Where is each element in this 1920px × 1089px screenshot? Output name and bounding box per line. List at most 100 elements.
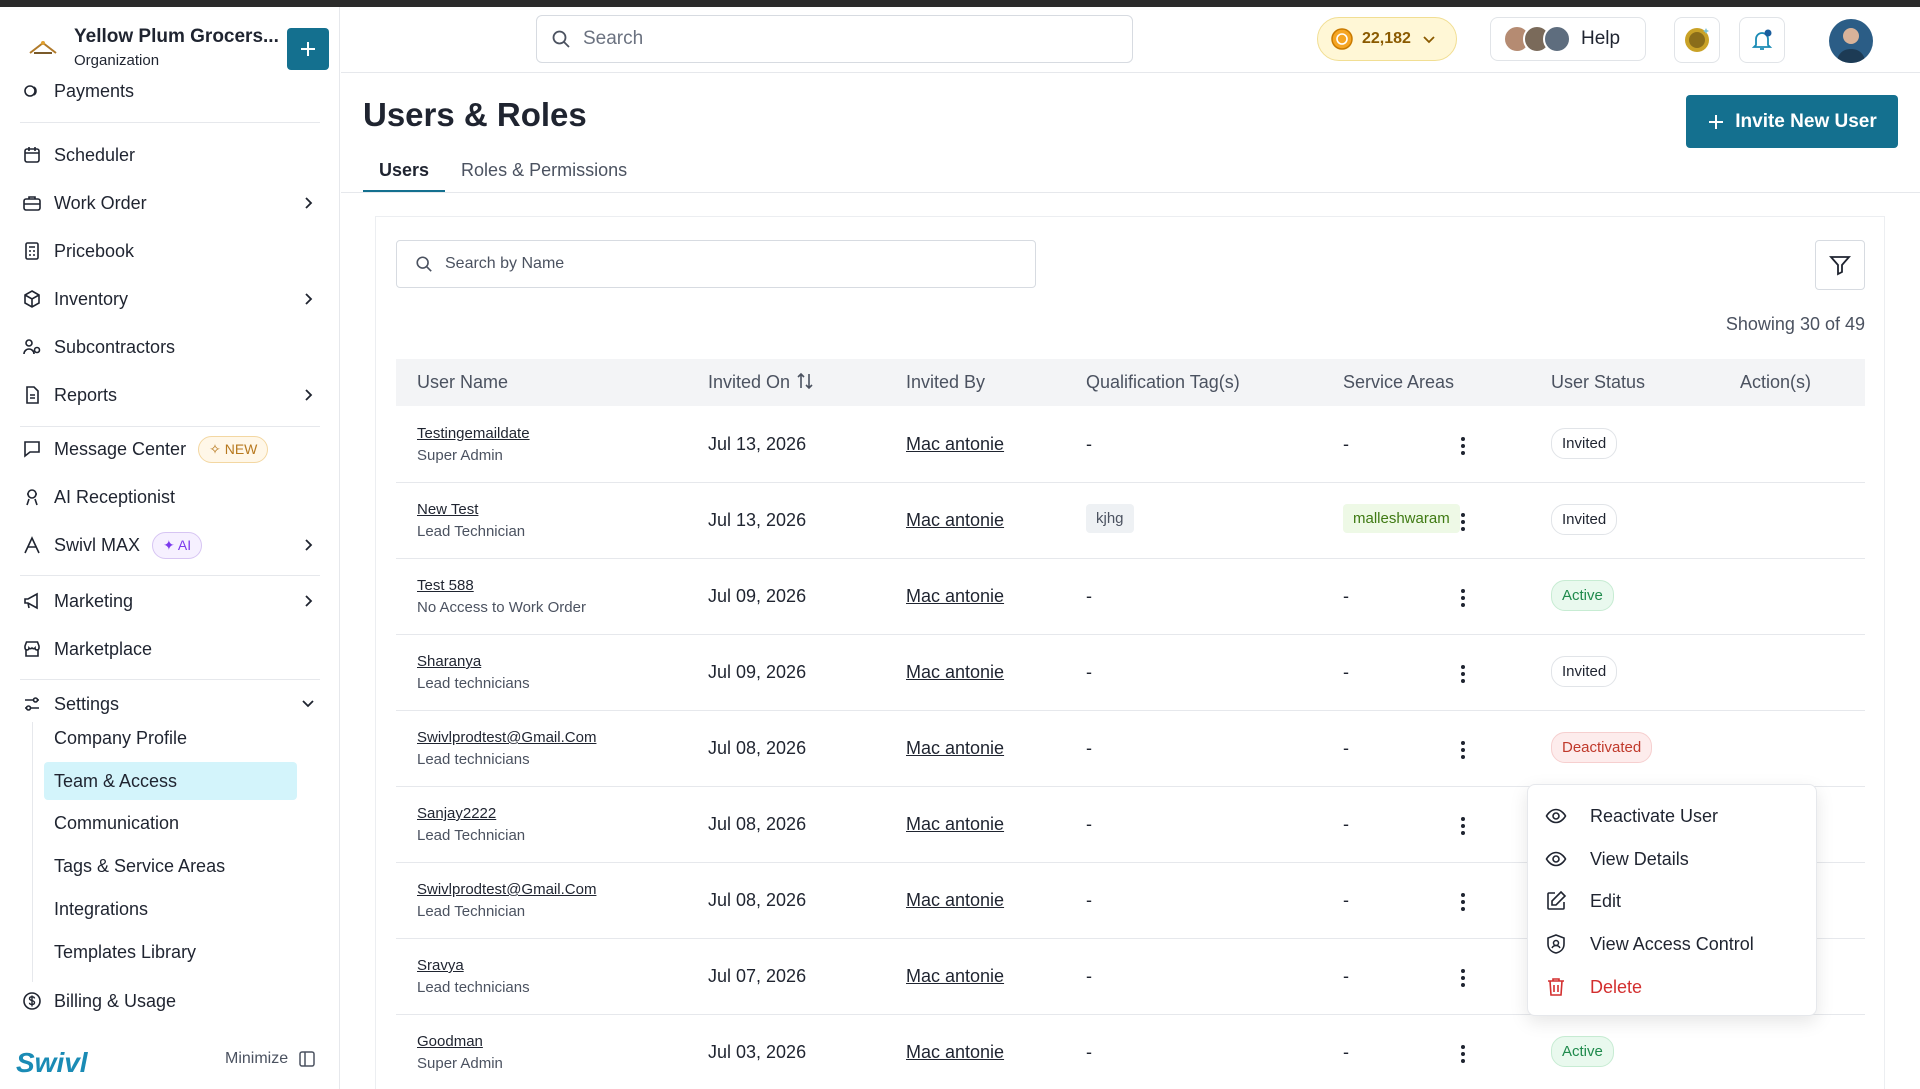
column-invited-on[interactable]: Invited On [708, 372, 815, 393]
menu-item-view-access-control[interactable]: View Access Control [1544, 929, 1754, 959]
sidebar-item-ai-receptionist[interactable]: AI Receptionist [20, 477, 320, 517]
sidebar-item-message-center[interactable]: Message Center ✧ NEW [20, 429, 320, 469]
kebab-icon [1461, 1045, 1465, 1063]
sidebar-toggle-icon [299, 1051, 315, 1067]
user-name-link[interactable]: Sravya [417, 957, 464, 974]
sidebar-item-subcontractors[interactable]: Subcontractors [20, 327, 320, 367]
user-name-link[interactable]: New Test [417, 501, 478, 518]
user-name-link[interactable]: Goodman [417, 1033, 483, 1050]
chevron-down-icon [1423, 36, 1435, 44]
menu-item-edit[interactable]: Edit [1544, 886, 1621, 916]
coin-icon [1331, 28, 1353, 50]
sidebar-item-swivl-max[interactable]: Swivl MAX ✦ AI [20, 525, 320, 565]
notifications-button[interactable] [1739, 17, 1785, 63]
status-badge: Invited [1551, 656, 1618, 687]
invited-by-link[interactable]: Mac antonie [906, 510, 1004, 531]
filter-icon [1829, 256, 1851, 276]
help-button[interactable]: Help [1490, 17, 1646, 61]
settings-icon [20, 692, 44, 716]
menu-item-delete[interactable]: Delete [1544, 972, 1642, 1002]
chevron-right-icon [302, 535, 316, 560]
sidebar-item-marketplace[interactable]: Marketplace [20, 629, 320, 669]
invited-by-link[interactable]: Mac antonie [906, 662, 1004, 683]
minimize-button[interactable]: Minimize [225, 1050, 316, 1068]
sidebar-sub-templates-library[interactable]: Templates Library [44, 933, 297, 971]
chevron-right-icon [302, 193, 316, 218]
status-badge: Invited [1551, 504, 1618, 535]
rewards-button[interactable] [1674, 17, 1720, 63]
invite-new-user-button[interactable]: Invite New User [1686, 95, 1898, 148]
plus-icon [301, 42, 315, 56]
invited-on: Jul 09, 2026 [708, 662, 807, 682]
user-name-link[interactable]: Test 588 [417, 577, 474, 594]
kebab-icon [1461, 437, 1465, 455]
rewards-icon [1685, 28, 1709, 52]
user-name-link[interactable]: Sharanya [417, 653, 481, 670]
sidebar-item-scheduler[interactable]: Scheduler [20, 135, 320, 175]
divider [20, 122, 320, 123]
invited-by-link[interactable]: Mac antonie [906, 586, 1004, 607]
sidebar-sub-team-access[interactable]: Team & Access [44, 762, 297, 800]
user-role: Super Admin [417, 1055, 503, 1072]
menu-item-label: View Details [1590, 848, 1689, 869]
invited-by-link[interactable]: Mac antonie [906, 890, 1004, 911]
sidebar-item-pricebook[interactable]: Pricebook [20, 231, 320, 271]
table-row: Test 588 No Access to Work Order Jul 09, 2… [396, 559, 1865, 635]
invited-by-link[interactable]: Mac antonie [906, 814, 1004, 835]
menu-item-view-details[interactable]: View Details [1544, 844, 1689, 874]
coins-balance-button[interactable]: 22,182 [1317, 17, 1457, 61]
invited-by-link[interactable]: Mac antonie [906, 1042, 1004, 1063]
row-actions-button[interactable] [1448, 735, 1478, 765]
invited-by-link[interactable]: Mac antonie [906, 966, 1004, 987]
table-row: Sharanya Lead technicians Jul 09, 2026 Mac … [396, 635, 1865, 711]
search-input[interactable] [583, 28, 1103, 50]
row-actions-button[interactable] [1448, 887, 1478, 917]
sidebar-sub-communication[interactable]: Communication [44, 804, 297, 842]
add-button[interactable] [287, 28, 329, 70]
sidebar-sub-tags-service-areas[interactable]: Tags & Service Areas [44, 847, 297, 885]
brand-logo: Swivl [16, 1047, 88, 1078]
user-name-link[interactable]: Testingemaildate [417, 425, 530, 442]
row-actions-button[interactable] [1448, 963, 1478, 993]
search-icon [552, 30, 570, 48]
row-actions-button[interactable] [1448, 507, 1478, 537]
sidebar-sub-company-profile[interactable]: Company Profile [44, 719, 297, 757]
user-name-link[interactable]: Swivlprodtest@Gmail.Com [417, 881, 596, 898]
results-count: Showing 30 of 49 [1725, 314, 1865, 334]
sidebar-item-reports[interactable]: Reports [20, 375, 320, 415]
sidebar: Yellow Plum Grocers... Organization Paym… [0, 7, 340, 1089]
invited-by-link[interactable]: Mac antonie [906, 738, 1004, 759]
user-name-link[interactable]: Sanjay2222 [417, 805, 496, 822]
eye-icon [1544, 804, 1568, 828]
qualification-tag: kjhg [1086, 504, 1134, 533]
trash-icon [1544, 975, 1568, 999]
user-search[interactable] [396, 240, 1036, 288]
chevron-right-icon [302, 385, 316, 410]
sidebar-sub-integrations[interactable]: Integrations [44, 890, 297, 928]
global-search[interactable] [536, 15, 1133, 63]
sidebar-item-work-order[interactable]: Work Order [20, 183, 320, 223]
invited-by-link[interactable]: Mac antonie [906, 434, 1004, 455]
row-actions-button[interactable] [1448, 431, 1478, 461]
status-badge: Deactivated [1551, 732, 1653, 763]
sidebar-item-billing[interactable]: Billing & Usage [20, 981, 320, 1021]
table-row: New Test Lead Technician Jul 13, 2026 Mac a… [396, 483, 1865, 559]
menu-item-reactivate-user[interactable]: Reactivate User [1544, 801, 1718, 831]
row-actions-button[interactable] [1448, 1039, 1478, 1069]
row-actions-button[interactable] [1448, 811, 1478, 841]
sidebar-item-marketing[interactable]: Marketing [20, 581, 320, 621]
user-avatar[interactable] [1829, 19, 1873, 63]
row-actions-button[interactable] [1448, 659, 1478, 689]
row-actions-button[interactable] [1448, 583, 1478, 613]
sidebar-item-inventory[interactable]: Inventory [20, 279, 320, 319]
search-by-name-input[interactable] [445, 255, 1005, 273]
briefcase-icon [20, 191, 44, 215]
user-name-link[interactable]: Swivlprodtest@Gmail.Com [417, 729, 596, 746]
tab-roles-permissions[interactable]: Roles & Permissions [445, 150, 643, 193]
sidebar-item-settings[interactable]: Settings [20, 684, 320, 724]
tab-users[interactable]: Users [363, 150, 446, 193]
report-icon [20, 383, 44, 407]
sidebar-item-payments[interactable]: Payments [20, 76, 320, 106]
sidebar-item-label: Pricebook [54, 240, 135, 261]
filter-button[interactable] [1815, 240, 1865, 290]
